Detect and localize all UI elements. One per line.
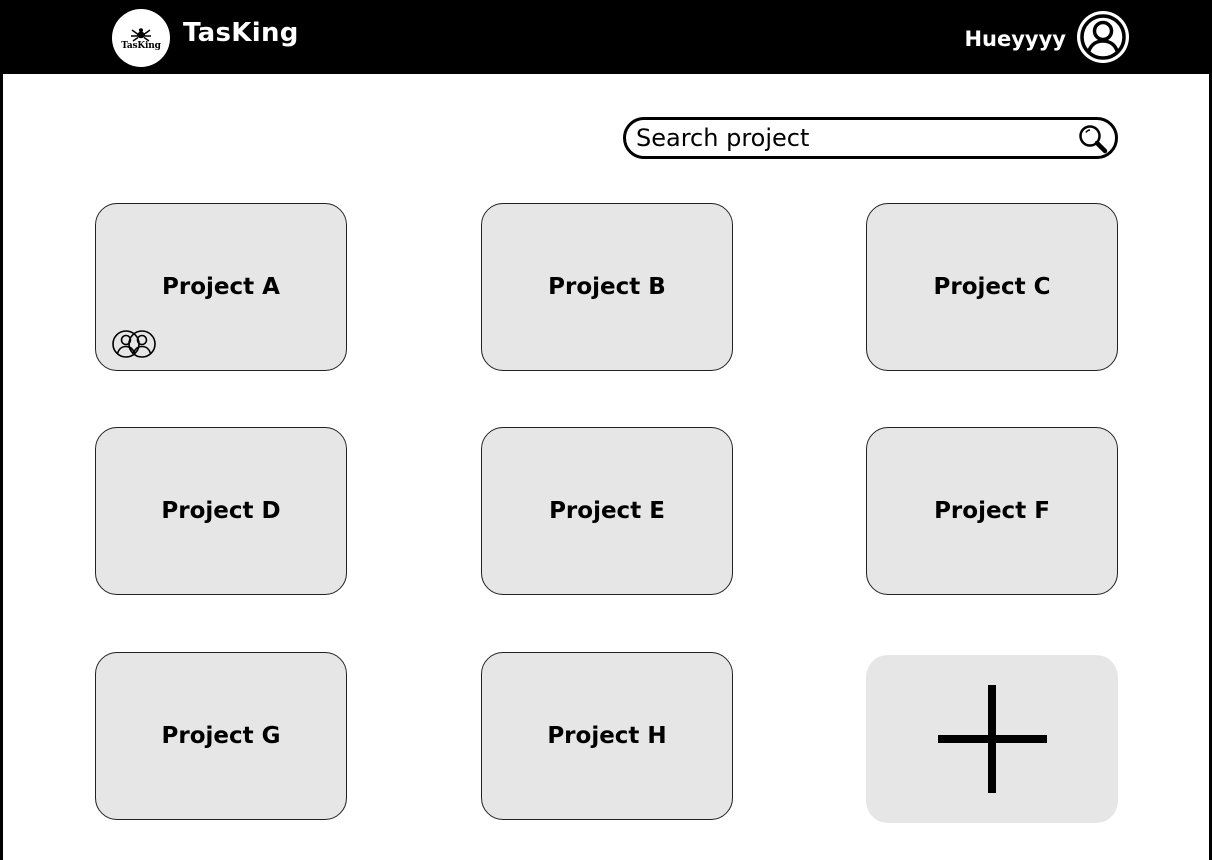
crown-spider-logo-icon xyxy=(131,27,151,42)
project-card-c[interactable]: Project C xyxy=(866,203,1118,371)
project-card-g[interactable]: Project G xyxy=(95,652,347,820)
add-project-button[interactable] xyxy=(866,655,1118,823)
project-card-a[interactable]: Project A xyxy=(95,203,347,371)
project-card-b[interactable]: Project B xyxy=(481,203,733,371)
top-bar: TasKing TasKing Hueyyyy xyxy=(0,0,1212,74)
project-card-label: Project A xyxy=(162,274,280,300)
project-card-label: Project D xyxy=(161,498,281,524)
logo-text: TasKing xyxy=(121,40,161,51)
project-card-d[interactable]: Project D xyxy=(95,427,347,595)
project-card-label: Project G xyxy=(161,723,281,749)
project-card-h[interactable]: Project H xyxy=(481,652,733,820)
user-avatar[interactable] xyxy=(1077,11,1129,63)
user-icon xyxy=(1080,14,1126,60)
project-card-label: Project F xyxy=(934,498,1050,524)
search-bar xyxy=(623,117,1118,159)
project-card-f[interactable]: Project F xyxy=(866,427,1118,595)
plus-icon xyxy=(938,685,1047,793)
group-icon xyxy=(112,330,156,358)
project-card-e[interactable]: Project E xyxy=(481,427,733,595)
app-logo[interactable]: TasKing xyxy=(112,9,170,67)
project-card-label: Project E xyxy=(549,498,665,524)
project-card-label: Project H xyxy=(547,723,667,749)
app-title: TasKing xyxy=(183,18,299,48)
project-card-label: Project B xyxy=(548,274,666,300)
username[interactable]: Hueyyyy xyxy=(964,27,1066,51)
search-input[interactable] xyxy=(636,123,1066,153)
project-card-label: Project C xyxy=(933,274,1051,300)
search-icon[interactable] xyxy=(1077,123,1109,155)
